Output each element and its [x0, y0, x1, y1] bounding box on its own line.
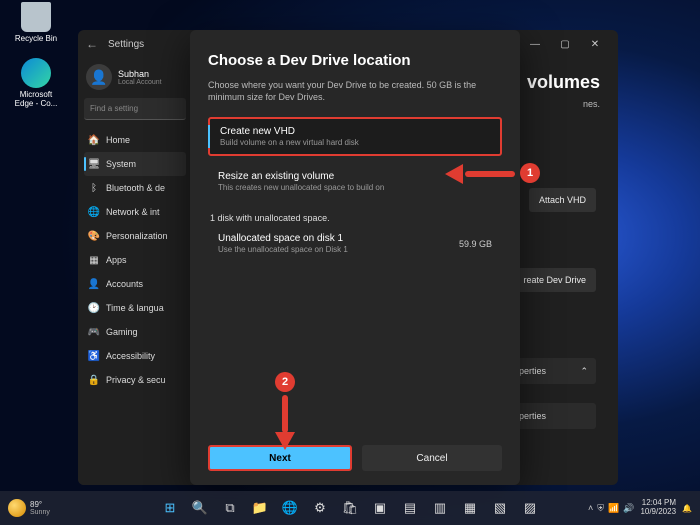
settings-button[interactable]: ⚙: [307, 495, 333, 521]
maximize-button[interactable]: ▢: [550, 39, 580, 50]
start-button[interactable]: ⊞: [157, 495, 183, 521]
option-create-new-vhd[interactable]: Create new VHD Build volume on a new vir…: [208, 117, 502, 156]
app-button[interactable]: ▧: [487, 495, 513, 521]
nav-label: Accounts: [106, 279, 143, 289]
app-button[interactable]: ▦: [457, 495, 483, 521]
nav-icon: ♿: [88, 350, 100, 362]
chevron-up-icon: ⌃: [580, 366, 588, 377]
task-view-button[interactable]: ⧉: [217, 495, 243, 521]
tray-volume-icon[interactable]: 🔊: [623, 503, 634, 514]
sidebar-item-privacy-secu[interactable]: 🔒 Privacy & secu: [84, 368, 186, 392]
sidebar-item-gaming[interactable]: 🎮 Gaming: [84, 320, 186, 344]
taskbar: 89° Sunny ⊞ 🔍 ⧉ 📁 🌐 ⚙ 🛍 ▣ ▤ ▥ ▦ ▧ ▨ ˄ ⛨ …: [0, 491, 700, 525]
taskbar-clock[interactable]: 12:04 PM 10/9/2023: [640, 499, 676, 517]
close-button[interactable]: ✕: [580, 39, 610, 50]
edge-button[interactable]: 🌐: [277, 495, 303, 521]
option-title: Create new VHD: [220, 126, 490, 137]
desktop-icon-label: Microsoft Edge - Co...: [10, 90, 62, 108]
nav-icon: 🖥: [88, 158, 100, 170]
minimize-button[interactable]: —: [520, 39, 550, 50]
taskbar-weather[interactable]: 89° Sunny: [0, 499, 50, 517]
weather-icon: [8, 499, 26, 517]
weather-temp: 89°: [30, 500, 50, 509]
weather-cond: Sunny: [30, 509, 50, 516]
nav-label: System: [106, 159, 136, 169]
annotation-number-1: 1: [520, 163, 540, 183]
desktop-icon-label: Recycle Bin: [10, 34, 62, 43]
back-icon[interactable]: ←: [86, 37, 98, 51]
annotation-number-2: 2: [275, 372, 295, 392]
avatar-icon: 👤: [86, 64, 112, 90]
nav-label: Bluetooth & de: [106, 183, 165, 193]
annotation-arrow-1: [445, 163, 515, 183]
dialog-subtitle: Choose where you want your Dev Drive to …: [208, 79, 502, 103]
nav-icon: 🏠: [88, 134, 100, 146]
sidebar-item-bluetooth-de[interactable]: ᛒ Bluetooth & de: [84, 176, 186, 200]
nav-icon: 🎨: [88, 230, 100, 242]
tray-wifi-icon[interactable]: 📶: [608, 503, 619, 514]
sidebar-item-network-int[interactable]: 🌐 Network & int: [84, 200, 186, 224]
app-button[interactable]: ▥: [427, 495, 453, 521]
profile-name: Subhan: [118, 69, 162, 79]
sidebar-item-accessibility[interactable]: ♿ Accessibility: [84, 344, 186, 368]
explorer-button[interactable]: 📁: [247, 495, 273, 521]
nav-label: Home: [106, 135, 130, 145]
search-placeholder: Find a setting: [90, 104, 138, 113]
tray-icon[interactable]: ⛨: [597, 503, 604, 514]
window-title: Settings: [108, 39, 144, 50]
option-subtitle: Use the unallocated space on Disk 1: [218, 245, 348, 254]
sidebar-item-personalization[interactable]: 🎨 Personalization: [84, 224, 186, 248]
nav-label: Gaming: [106, 327, 138, 337]
taskbar-center: ⊞ 🔍 ⧉ 📁 🌐 ⚙ 🛍 ▣ ▤ ▥ ▦ ▧ ▨: [157, 495, 543, 521]
notifications-icon[interactable]: 🔔: [682, 504, 692, 513]
attach-vhd-button[interactable]: Attach VHD: [529, 188, 596, 212]
option-subtitle: This creates new unallocated space to bu…: [218, 183, 492, 192]
store-button[interactable]: 🛍: [337, 495, 363, 521]
cancel-button[interactable]: Cancel: [362, 445, 502, 471]
tray-chevron-icon[interactable]: ˄: [588, 503, 593, 514]
system-tray[interactable]: ˄ ⛨ 📶 🔊: [588, 503, 634, 514]
app-button[interactable]: ▤: [397, 495, 423, 521]
profile-account: Local Account: [118, 79, 162, 86]
nav-label: Personalization: [106, 231, 168, 241]
sidebar-item-home[interactable]: 🏠 Home: [84, 128, 186, 152]
desktop-icon-edge[interactable]: Microsoft Edge - Co...: [10, 58, 62, 108]
nav-label: Apps: [106, 255, 127, 265]
nav-icon: 👤: [88, 278, 100, 290]
nav-icon: ▦: [88, 254, 100, 266]
nav-icon: 🕑: [88, 302, 100, 314]
section-label: 1 disk with unallocated space.: [210, 213, 502, 223]
option-unallocated-disk1[interactable]: Unallocated space on disk 1 Use the unal…: [208, 227, 502, 260]
create-dev-drive-button[interactable]: reate Dev Drive: [513, 268, 596, 292]
disk-size: 59.9 GB: [459, 239, 492, 249]
nav-label: Accessibility: [106, 351, 155, 361]
clock-date: 10/9/2023: [640, 508, 676, 517]
app-button[interactable]: ▣: [367, 495, 393, 521]
nav-icon: 🔒: [88, 374, 100, 386]
nav-icon: 🎮: [88, 326, 100, 338]
dev-drive-dialog: Choose a Dev Drive location Choose where…: [190, 30, 520, 485]
nav-icon: 🌐: [88, 206, 100, 218]
recycle-bin-icon: [21, 2, 51, 32]
sidebar-item-accounts[interactable]: 👤 Accounts: [84, 272, 186, 296]
annotation-arrow-2: [275, 395, 295, 450]
settings-sidebar: 👤 Subhan Local Account Find a setting 🏠 H…: [78, 58, 190, 485]
option-subtitle: Build volume on a new virtual hard disk: [220, 138, 490, 147]
dialog-title: Choose a Dev Drive location: [208, 52, 502, 69]
nav-icon: ᛒ: [88, 182, 100, 194]
desktop-icon-recycle-bin[interactable]: Recycle Bin: [10, 2, 62, 43]
search-button[interactable]: 🔍: [187, 495, 213, 521]
sidebar-item-system[interactable]: 🖥 System: [84, 152, 186, 176]
sidebar-item-apps[interactable]: ▦ Apps: [84, 248, 186, 272]
nav-label: Time & langua: [106, 303, 164, 313]
nav-label: Privacy & secu: [106, 375, 166, 385]
sidebar-item-time-langua[interactable]: 🕑 Time & langua: [84, 296, 186, 320]
edge-icon: [21, 58, 51, 88]
app-button[interactable]: ▨: [517, 495, 543, 521]
profile-block[interactable]: 👤 Subhan Local Account: [86, 64, 190, 90]
nav-label: Network & int: [106, 207, 160, 217]
option-title: Unallocated space on disk 1: [218, 233, 348, 244]
search-input[interactable]: Find a setting: [84, 98, 186, 120]
